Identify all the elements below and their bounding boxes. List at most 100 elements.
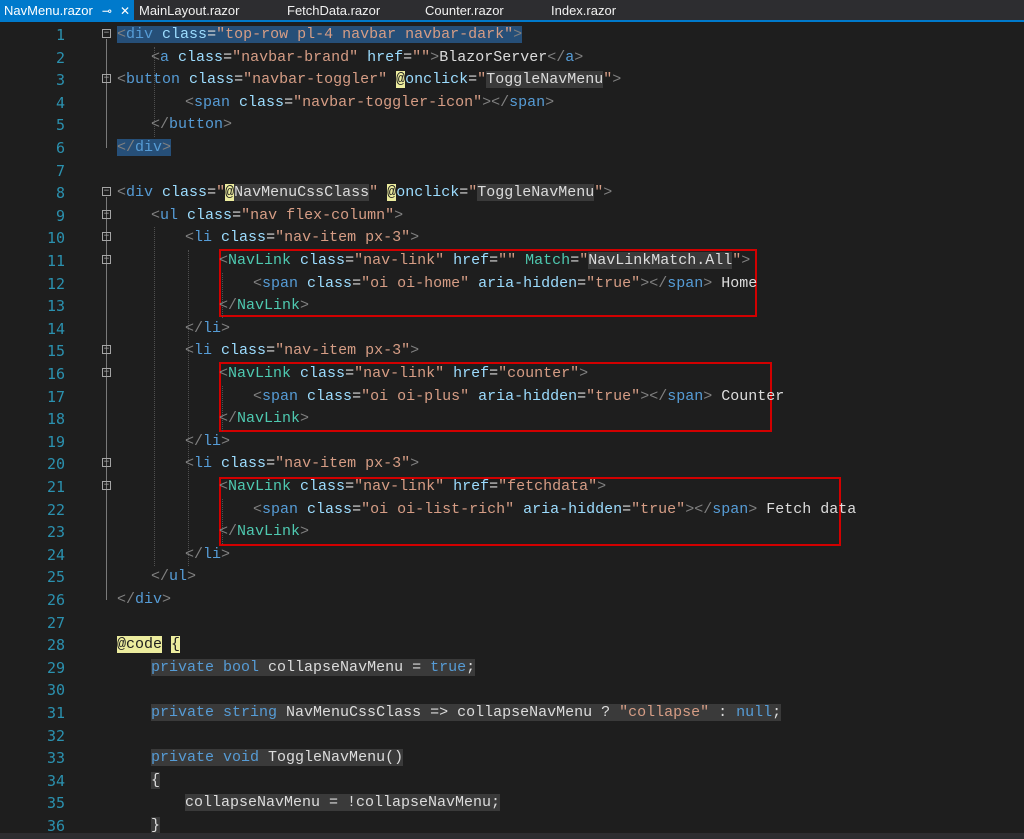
collapse-icon[interactable]: − [102, 29, 111, 38]
collapse-icon[interactable]: − [102, 74, 111, 84]
code-line[interactable]: 5 </button> [0, 114, 1024, 137]
code-token: span [262, 500, 299, 518]
code-line[interactable]: 28 @code { [0, 634, 1024, 657]
code-line[interactable]: 7 [0, 160, 1024, 183]
code-token: </ [185, 545, 204, 563]
code-line[interactable]: 13 </NavLink> [0, 295, 1024, 318]
code-line[interactable]: 17 <span class="oi oi-plus" aria-hidden="… [0, 386, 1024, 409]
code-line[interactable]: 27 [0, 612, 1024, 635]
code-line[interactable]: 16− <NavLink class="nav-link" href="count… [0, 363, 1024, 386]
code-token: "nav-link" [354, 365, 445, 382]
code-line[interactable]: 35 collapseNavMenu = !collapseNavMenu; [0, 792, 1024, 815]
line-number: 25 [46, 568, 65, 587]
code-token: "true" [631, 500, 686, 518]
collapse-icon[interactable]: − [102, 187, 111, 197]
code-token: "counter" [498, 365, 580, 382]
code-token: button [126, 71, 181, 89]
code-line[interactable]: 2 <a class="navbar-brand" href="">BlazorS… [0, 47, 1024, 70]
code-line[interactable]: 34 { [0, 770, 1024, 793]
code-token: div [135, 591, 163, 608]
code-line[interactable]: 10 − <li class="nav-item px-3"> [0, 227, 1024, 250]
code-line[interactable]: 24 </li> [0, 544, 1024, 567]
code-token: href [453, 365, 490, 382]
code-line[interactable]: 26 </div> [0, 589, 1024, 612]
code-line[interactable]: 31 private string NavMenuCssClass => coll… [0, 702, 1024, 725]
code-token: class [307, 274, 353, 292]
code-token: li [194, 455, 213, 473]
code-token: li [203, 319, 222, 337]
code-token: > [703, 274, 713, 292]
code-token: ></ [640, 274, 668, 292]
code-text: <NavLink class="nav-link" href="" Match=… [219, 250, 750, 273]
code-text: </ul> [151, 566, 196, 589]
code-token: class [189, 71, 235, 89]
tab-index-razor[interactable]: Index.razor [551, 0, 616, 22]
code-token: NavLink [228, 365, 292, 382]
pin-icon[interactable]: ⊸ [102, 0, 112, 22]
code-line[interactable]: 22 <span class="oi oi-list-rich" aria-hid… [0, 499, 1024, 522]
code-line[interactable]: 33 private void ToggleNavMenu() [0, 747, 1024, 770]
code-token: BlazorServer [439, 48, 548, 66]
code-line[interactable]: 18 </NavLink> [0, 408, 1024, 431]
code-token: NavLink [237, 410, 301, 428]
collapse-icon[interactable]: − [102, 255, 111, 264]
code-token: void [223, 749, 260, 767]
code-token: "nav-item px-3" [275, 229, 411, 247]
collapse-icon[interactable]: − [102, 368, 111, 377]
code-line[interactable]: 1 − <div class="top-row pl-4 navbar navbar… [0, 24, 1024, 47]
code-token: class [300, 478, 346, 495]
code-token: "nav-link" [354, 252, 445, 269]
code-editor[interactable]: 1− <div class="top-row pl-4 navbar navbar… [0, 22, 1024, 833]
code-token: "navbar-toggler-icon" [293, 93, 483, 111]
code-token: </ [219, 297, 238, 315]
code-token: "" [498, 252, 517, 269]
tab-counter-razor[interactable]: Counter.razor [425, 0, 504, 22]
code-text: <a class="navbar-brand" href="">BlazorSe… [151, 47, 583, 70]
code-line[interactable]: 15 − <li class="nav-item px-3"> [0, 340, 1024, 363]
code-line[interactable]: 36} [0, 815, 1024, 833]
code-line[interactable]: 14 </li> [0, 318, 1024, 341]
collapse-icon[interactable]: − [102, 458, 111, 468]
tab-navmenu-razor[interactable]: NavMenu.razor ⊸ ✕ [0, 0, 134, 22]
code-token: li [203, 432, 222, 450]
code-line[interactable]: 6 </div> [0, 137, 1024, 160]
code-line[interactable]: 3− <button class="navbar-toggler" @onclic… [0, 69, 1024, 92]
code-line[interactable]: 30 [0, 679, 1024, 702]
code-line[interactable]: 9 − <ul class="nav flex-column"> [0, 205, 1024, 228]
code-line[interactable]: 21− <NavLink class="nav-link" href="fetch… [0, 476, 1024, 499]
code-line[interactable]: 8− <div class="@NavMenuCssClass" @onclick… [0, 182, 1024, 205]
code-token: > [703, 387, 713, 405]
code-line[interactable]: 11− <NavLink class="nav-link" href="" Mat… [0, 250, 1024, 273]
code-line[interactable]: 19 </li> [0, 431, 1024, 454]
code-token: "navbar-brand" [232, 48, 359, 66]
code-line[interactable]: 29 private bool collapseNavMenu = true; [0, 657, 1024, 680]
code-line[interactable]: 25 </ul> [0, 566, 1024, 589]
code-line[interactable]: 12 <span class="oi oi-home" aria-hidden="… [0, 273, 1024, 296]
tab-fetchdata-razor[interactable]: FetchData.razor [287, 0, 380, 22]
collapse-icon[interactable]: − [102, 481, 111, 490]
code-line[interactable]: 20 − <li class="nav-item px-3"> [0, 453, 1024, 476]
tab-mainlayout-razor[interactable]: MainLayout.razor [139, 0, 239, 22]
collapse-icon[interactable]: − [102, 345, 111, 355]
code-line[interactable]: 32 [0, 725, 1024, 748]
code-token: div [126, 26, 154, 43]
code-line[interactable]: 23 </NavLink> [0, 521, 1024, 544]
code-token: Match [525, 252, 571, 269]
code-token: > [187, 568, 197, 586]
collapse-icon[interactable]: − [102, 209, 111, 219]
code-token: > [410, 455, 420, 473]
code-line[interactable]: 4 <span class="navbar-toggler-icon"></spa… [0, 92, 1024, 115]
code-token: class [239, 93, 285, 111]
collapse-icon[interactable]: − [102, 232, 111, 242]
close-icon[interactable]: ✕ [120, 0, 130, 22]
code-token: ToggleNavMenu [477, 184, 595, 202]
code-token: < [117, 71, 127, 89]
code-token: a [565, 48, 575, 66]
code-token: Fetch data [757, 500, 857, 518]
